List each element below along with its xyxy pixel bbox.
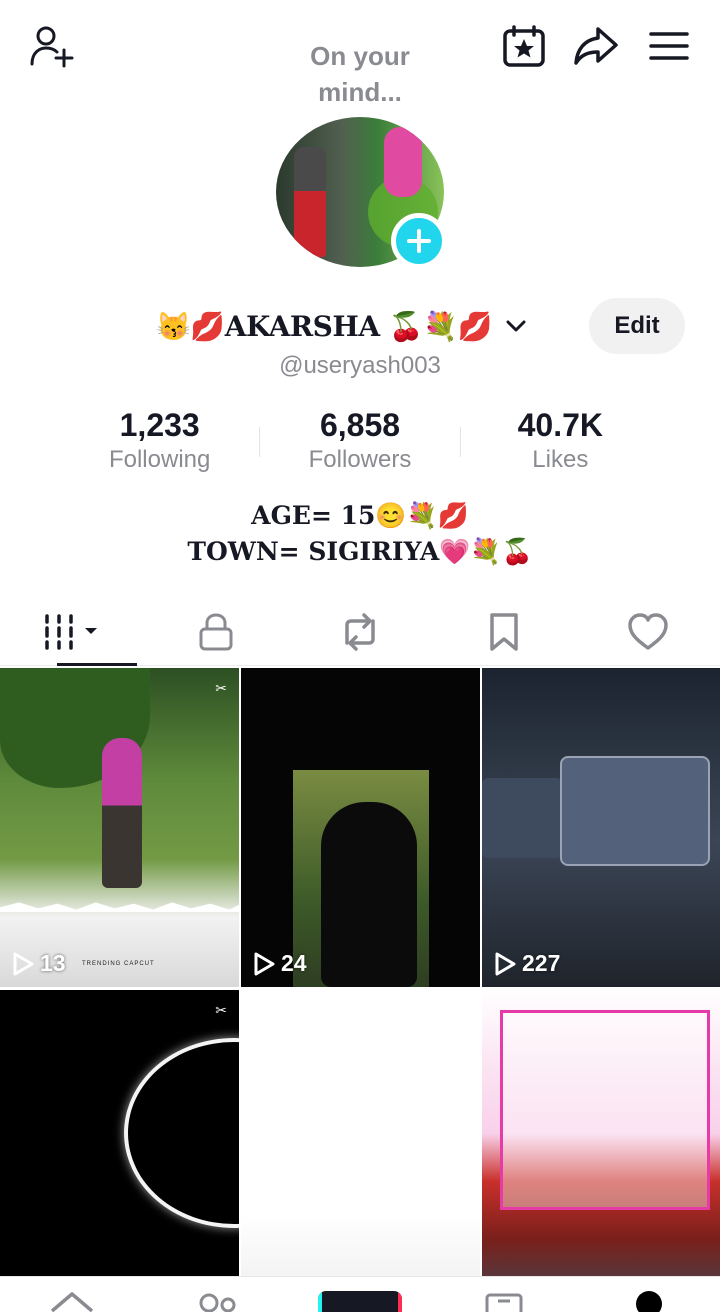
video-thumbnail[interactable] bbox=[482, 990, 720, 1309]
add-friend-icon[interactable] bbox=[22, 20, 82, 72]
capcut-icon: ✂ bbox=[215, 680, 227, 696]
name-row[interactable]: 😽💋AKARSHA 🍒💐💋 bbox=[156, 303, 530, 349]
username: @useryash003 bbox=[279, 352, 441, 379]
view-count-value: 227 bbox=[522, 950, 561, 976]
chevron-down-icon[interactable] bbox=[502, 312, 530, 340]
video-thumbnail[interactable] bbox=[241, 990, 480, 1309]
avatar-figure bbox=[384, 127, 422, 197]
stat-likes[interactable]: 40.7K Likes bbox=[461, 405, 660, 477]
tab-favorites[interactable] bbox=[432, 598, 576, 665]
play-icon bbox=[254, 952, 275, 975]
thumbnail-bus bbox=[500, 1010, 710, 1210]
torn-edge bbox=[0, 902, 239, 912]
video-thumbnail[interactable]: 227 bbox=[482, 668, 720, 987]
display-name: 😽💋AKARSHA 🍒💐💋 bbox=[156, 309, 492, 343]
video-thumbnail[interactable]: ✂ 13 TRENDING CAPCUT bbox=[0, 668, 239, 987]
top-bar: On your mind... bbox=[0, 0, 720, 110]
view-count: 24 bbox=[253, 950, 307, 977]
bio-line: AGE= 15😊💐💋 bbox=[251, 501, 469, 530]
stat-label: Followers bbox=[308, 446, 412, 473]
stat-following[interactable]: 1,233 Following bbox=[60, 405, 259, 477]
tab-liked[interactable] bbox=[576, 598, 720, 665]
view-count-value: 24 bbox=[281, 950, 307, 976]
capcut-icon: ✂ bbox=[215, 1002, 227, 1018]
video-thumbnail[interactable]: ✂ bbox=[0, 990, 239, 1309]
create-button[interactable] bbox=[318, 1291, 402, 1312]
thumbnail-overlay-text: TRENDING CAPCUT bbox=[82, 961, 155, 967]
tab-videos[interactable] bbox=[0, 598, 144, 666]
stat-value: 6,858 bbox=[319, 407, 401, 443]
bookmark-icon bbox=[490, 612, 518, 651]
friends-icon[interactable] bbox=[198, 1291, 238, 1312]
calendar-star-icon[interactable] bbox=[498, 20, 550, 72]
bio-line: TOWN= SIGIRIYA💗💐🍒 bbox=[187, 537, 533, 566]
thumbnail-person bbox=[321, 802, 417, 987]
repost-icon bbox=[345, 612, 375, 651]
inbox-icon[interactable] bbox=[484, 1291, 524, 1312]
profile-icon[interactable] bbox=[636, 1291, 662, 1312]
stat-value: 40.7K bbox=[517, 407, 604, 443]
heart-icon bbox=[628, 612, 668, 650]
thumbnail-ring bbox=[124, 1038, 239, 1228]
avatar-figure bbox=[294, 147, 326, 257]
bio: AGE= 15😊💐💋 TOWN= SIGIRIYA💗💐🍒 bbox=[140, 498, 580, 570]
lock-icon bbox=[199, 612, 233, 650]
stat-label: Likes bbox=[532, 446, 589, 473]
edit-profile-button[interactable]: Edit bbox=[589, 298, 685, 354]
thumbnail-bus bbox=[482, 778, 562, 858]
bottom-nav bbox=[0, 1276, 720, 1312]
view-count: 13 bbox=[12, 950, 66, 977]
view-count: 227 bbox=[494, 950, 560, 977]
tab-private[interactable] bbox=[144, 598, 288, 665]
video-grid: ✂ 13 TRENDING CAPCUT 24 227 ✂ bbox=[0, 668, 720, 1309]
play-icon bbox=[495, 952, 516, 975]
stat-followers[interactable]: 6,858 Followers bbox=[260, 405, 459, 477]
menu-icon[interactable] bbox=[644, 20, 694, 72]
mind-note[interactable]: On your mind... bbox=[280, 38, 440, 110]
stats-row: 1,233 Following 6,858 Followers 40.7K Li… bbox=[60, 405, 660, 477]
grid-filter-icon bbox=[45, 613, 97, 650]
tab-reposts[interactable] bbox=[288, 598, 432, 665]
profile-tabs bbox=[0, 598, 720, 666]
thumbnail-bus bbox=[560, 756, 710, 866]
play-icon bbox=[13, 952, 34, 975]
view-count-value: 13 bbox=[40, 950, 66, 976]
add-story-icon[interactable] bbox=[391, 213, 447, 269]
stat-value: 1,233 bbox=[119, 407, 200, 443]
thumbnail-person bbox=[102, 738, 142, 888]
video-thumbnail[interactable]: 24 bbox=[241, 668, 480, 987]
share-icon[interactable] bbox=[568, 20, 624, 72]
home-icon[interactable] bbox=[48, 1291, 96, 1312]
stat-label: Following bbox=[108, 446, 211, 473]
